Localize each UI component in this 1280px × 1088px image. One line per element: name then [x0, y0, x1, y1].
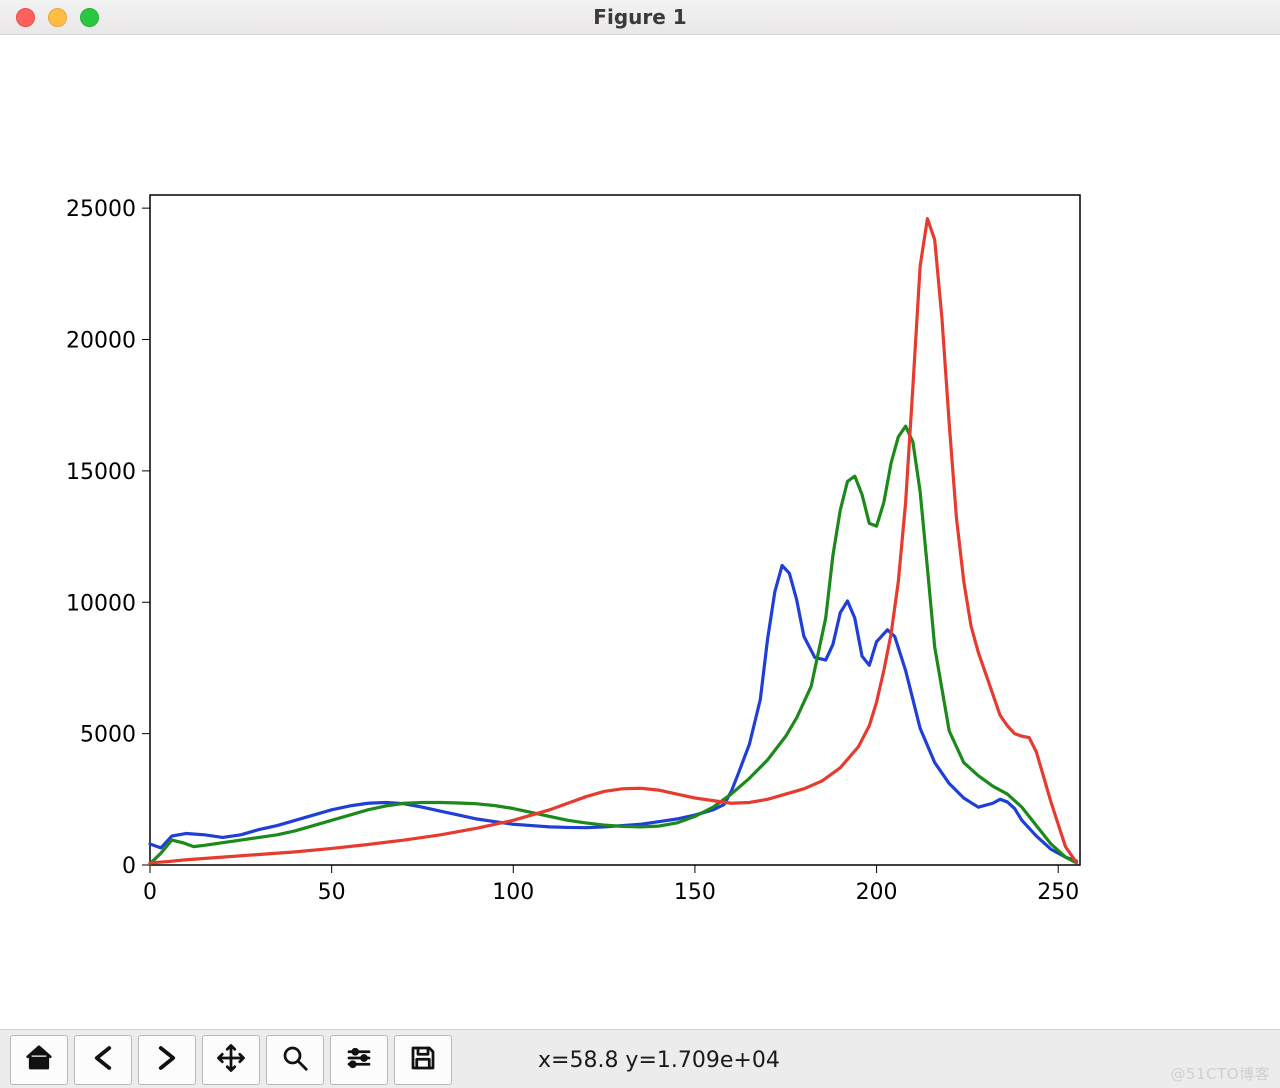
svg-text:15000: 15000 [66, 460, 136, 485]
home-icon [24, 1043, 54, 1077]
pan-button[interactable] [202, 1035, 260, 1085]
window-title: Figure 1 [0, 5, 1280, 29]
window-titlebar: Figure 1 [0, 0, 1280, 35]
figure-canvas[interactable]: 0 50 100 150 200 250 0 5000 10000 15000 20000 25000 [0, 35, 1280, 1029]
svg-text:200: 200 [856, 880, 898, 905]
configure-button[interactable] [330, 1035, 388, 1085]
svg-text:150: 150 [674, 880, 716, 905]
svg-text:10000: 10000 [66, 591, 136, 616]
arrow-left-icon [88, 1043, 118, 1077]
save-button[interactable] [394, 1035, 452, 1085]
svg-text:25000: 25000 [66, 197, 136, 222]
arrow-right-icon [152, 1043, 182, 1077]
matplotlib-toolbar: x=58.8 y=1.709e+04 [0, 1029, 1280, 1088]
svg-text:0: 0 [122, 854, 136, 879]
sliders-icon [344, 1043, 374, 1077]
cursor-coords: x=58.8 y=1.709e+04 [538, 1048, 780, 1073]
svg-text:5000: 5000 [80, 723, 136, 748]
zoom-to-rect-icon [280, 1043, 310, 1077]
svg-text:100: 100 [492, 880, 534, 905]
svg-text:20000: 20000 [66, 329, 136, 354]
svg-text:250: 250 [1037, 880, 1079, 905]
plot-svg: 0 50 100 150 200 250 0 5000 10000 15000 20000 25000 [0, 35, 1280, 1029]
back-button[interactable] [74, 1035, 132, 1085]
save-icon [408, 1043, 438, 1077]
watermark-text: @51CTO博客 [1170, 1063, 1270, 1084]
home-button[interactable] [10, 1035, 68, 1085]
forward-button[interactable] [138, 1035, 196, 1085]
svg-text:0: 0 [143, 880, 157, 905]
svg-text:50: 50 [318, 880, 346, 905]
move-icon [216, 1043, 246, 1077]
zoom-button[interactable] [266, 1035, 324, 1085]
